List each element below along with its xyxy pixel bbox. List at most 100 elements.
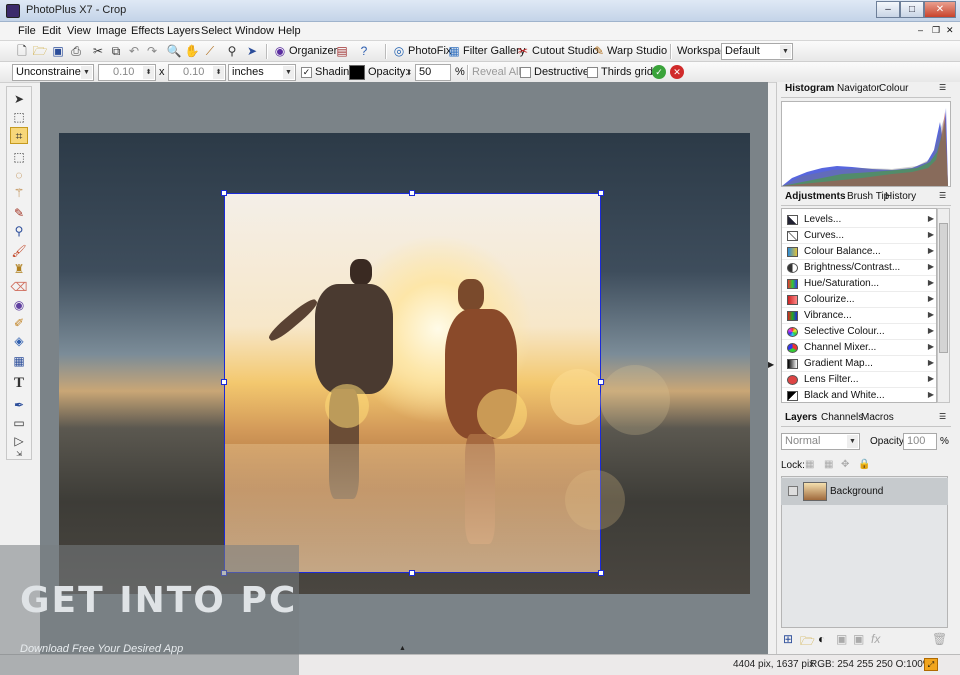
tab-histogram[interactable]: Histogram [785, 83, 834, 94]
new-layer-icon[interactable]: ⊞ [783, 632, 793, 646]
clone-tool-icon[interactable]: ♜ [10, 261, 28, 278]
commit-icon[interactable]: ✓ [652, 65, 666, 79]
redo-icon[interactable]: ↷ [144, 44, 160, 59]
lock-all-icon[interactable]: 🔒 [858, 459, 870, 470]
red-eye-tool-icon[interactable]: ◉ [10, 297, 28, 314]
filter-gallery-icon[interactable]: ▦ [446, 44, 462, 59]
adjustment-gradient-map[interactable]: Gradient Map... ▶ [782, 356, 936, 372]
width-spinner-icon[interactable]: ⬍ [143, 66, 154, 79]
adjustment-channel-mixer[interactable]: Channel Mixer... ▶ [782, 340, 936, 356]
tab-colour[interactable]: Colour [879, 83, 908, 94]
adjustment-levels[interactable]: Levels... ▶ [782, 212, 936, 228]
crop-handle-bottom[interactable] [409, 570, 415, 576]
doc-minimize-button[interactable]: – [918, 25, 923, 35]
tab-navigator[interactable]: Navigator [837, 83, 880, 94]
adjustment-colourize[interactable]: Colourize... ▶ [782, 292, 936, 308]
warp-studio-button[interactable]: Warp Studio [607, 45, 667, 57]
new-group-icon[interactable]: 🗁 [800, 632, 815, 653]
close-button[interactable]: ✕ [924, 1, 956, 18]
scrollbar-thumb[interactable] [939, 223, 948, 353]
eraser-tool-icon[interactable]: ⌫ [10, 279, 28, 296]
opacity-input[interactable]: 50 [415, 64, 451, 81]
minimize-button[interactable]: – [876, 1, 900, 18]
save-icon[interactable]: ▣ [50, 44, 66, 59]
shading-checkbox[interactable]: ✓ [301, 67, 312, 78]
cutout-studio-icon[interactable]: ✂ [515, 44, 531, 59]
layer-opacity-input[interactable]: 100 [903, 433, 937, 450]
menu-layers[interactable]: Layers [167, 25, 200, 37]
crop-height-input[interactable]: 0.10 ⬍ [168, 64, 226, 81]
warp-studio-icon[interactable]: ✎ [591, 44, 607, 59]
panel-menu-icon[interactable]: ☰ [939, 191, 946, 200]
menu-file[interactable]: File [18, 25, 36, 37]
shape-tool-icon[interactable]: ▭ [10, 415, 28, 432]
crop-handle-right[interactable] [598, 379, 604, 385]
node-edit-tool-icon[interactable]: ▷ [10, 433, 28, 450]
tab-layers[interactable]: Layers [785, 412, 817, 423]
organizer-icon[interactable]: ◉ [272, 44, 288, 59]
tab-adjustments[interactable]: Adjustments [785, 191, 846, 202]
panel-collapse-icon[interactable]: ▶ [768, 360, 774, 369]
menu-image[interactable]: Image [96, 25, 127, 37]
status-indicator-icon[interactable]: ⤢ [924, 658, 938, 671]
panel-menu-icon[interactable]: ☰ [939, 83, 946, 92]
undo-icon[interactable]: ↶ [126, 44, 142, 59]
lock-position-icon[interactable]: ✥ [841, 459, 849, 470]
zoom-icon[interactable]: 🔍 [166, 44, 182, 59]
tab-history[interactable]: History [885, 191, 916, 202]
constraint-select[interactable]: Unconstrained ▼ [12, 64, 94, 81]
fill-tool-icon[interactable]: ◈ [10, 333, 28, 350]
menu-help[interactable]: Help [278, 25, 301, 37]
toolbox-expand-icon[interactable]: ⇲ [10, 451, 28, 459]
crop-tool-icon[interactable]: ⌗ [10, 127, 28, 144]
crop-handle-top-left[interactable] [221, 190, 227, 196]
crop-width-input[interactable]: 0.10 ⬍ [98, 64, 156, 81]
move-tool-icon[interactable]: ➤ [10, 91, 28, 108]
straighten-icon[interactable]: ⟋ [202, 44, 218, 59]
cancel-icon[interactable]: ✕ [670, 65, 684, 79]
adjustment-black-and-white[interactable]: Black and White... ▶ [782, 388, 936, 402]
add-mask-icon[interactable]: ▣ [836, 632, 847, 646]
tab-channels[interactable]: Channels [821, 412, 863, 423]
photofix-icon[interactable]: ◎ [391, 44, 407, 59]
crop-handle-top[interactable] [409, 190, 415, 196]
crop-selection[interactable] [224, 193, 601, 573]
text-tool-icon[interactable]: T [10, 375, 28, 392]
adjustment-selective-colour[interactable]: Selective Colour... ▶ [782, 324, 936, 340]
workspace-select[interactable]: Default ▼ [721, 43, 793, 60]
eyedropper-icon[interactable]: ⚲ [224, 44, 240, 59]
menu-edit[interactable]: Edit [42, 25, 61, 37]
menu-select[interactable]: Select [201, 25, 232, 37]
maximize-button[interactable]: □ [900, 1, 924, 18]
doc-close-button[interactable]: ✕ [946, 25, 954, 36]
thirds-grid-checkbox[interactable] [587, 67, 598, 78]
lasso-tool-icon[interactable]: ◌ [10, 167, 28, 184]
paintbrush-tool-icon[interactable]: 🖌 [10, 243, 28, 260]
deform-tool-icon[interactable]: ⬚ [10, 109, 28, 126]
delete-layer-icon[interactable]: 🗑 [932, 632, 947, 646]
copy-icon[interactable]: ⧉ [108, 44, 124, 59]
workspace-collapse-icon[interactable]: ▲ [399, 645, 406, 652]
adjustment-vibrance[interactable]: Vibrance... ▶ [782, 308, 936, 324]
select-arrow-icon[interactable]: ➤ [244, 44, 260, 59]
adjustment-brightness-contrast[interactable]: Brightness/Contrast... ▶ [782, 260, 936, 276]
fx-icon[interactable]: fx [871, 632, 880, 646]
menu-window[interactable]: Window [235, 25, 274, 37]
adjustment-layer-icon[interactable]: ◐ [818, 632, 825, 646]
mesh-warp-tool-icon[interactable]: ▦ [10, 353, 28, 370]
new-file-icon[interactable]: 🗋 [14, 44, 30, 59]
layer-visibility-icon[interactable] [788, 486, 798, 496]
help-icon[interactable]: ? [356, 44, 372, 59]
print-icon[interactable]: ⎙ [68, 44, 84, 59]
batch-icon[interactable]: ▤ [334, 44, 350, 59]
rect-select-tool-icon[interactable]: ⬚ [10, 149, 28, 166]
doc-restore-button[interactable]: ❐ [932, 25, 940, 36]
shading-color-swatch[interactable] [349, 65, 365, 80]
crop-handle-left[interactable] [221, 379, 227, 385]
menu-effects[interactable]: Effects [131, 25, 164, 37]
organizer-button[interactable]: Organizer [289, 45, 337, 57]
tab-macros[interactable]: Macros [861, 412, 894, 423]
blend-mode-select[interactable]: Normal ▼ [781, 433, 860, 450]
opacity-spinner-icon[interactable]: ⬍ [404, 65, 414, 80]
layer-effects-icon[interactable]: ▣ [853, 632, 864, 646]
